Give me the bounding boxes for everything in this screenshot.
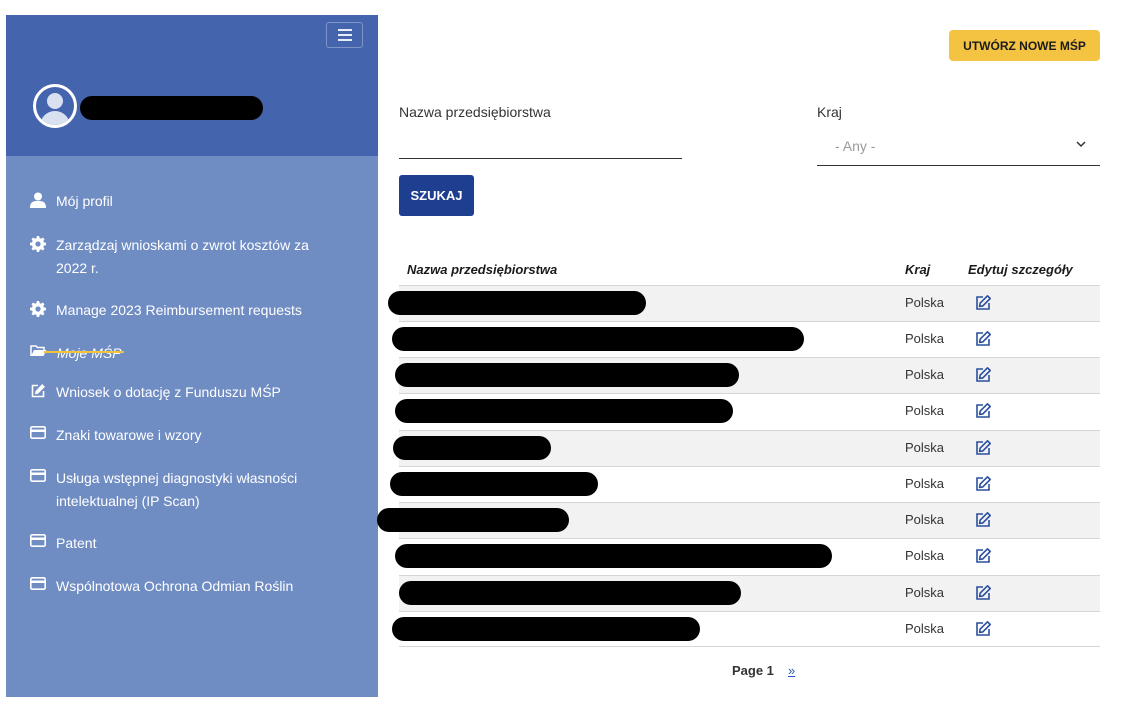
- hamburger-icon: [337, 34, 352, 36]
- country-cell: Polska: [905, 548, 945, 563]
- redacted-company-name: [392, 327, 804, 351]
- avatar: [33, 84, 77, 128]
- gear-icon: [30, 299, 56, 317]
- country-cell: Polska: [905, 367, 945, 382]
- sidebar-item-label: Manage 2023 Reimbursement requests: [56, 302, 302, 318]
- edit-icon[interactable]: [974, 584, 992, 602]
- country-select-value: - Any -: [835, 138, 876, 154]
- sidebar-item-reimbursement-2023[interactable]: Manage 2023 Reimbursement requests: [30, 299, 330, 322]
- redacted-company-name: [395, 544, 832, 568]
- sidebar-item-label: Znaki towarowe i wzory: [56, 427, 202, 443]
- redacted-company-name: [395, 399, 733, 423]
- sidebar-item-ip-scan[interactable]: Usługa wstępnej diagnostyki własności in…: [30, 467, 330, 513]
- edit-icon[interactable]: [974, 511, 992, 529]
- sidebar-item-label: Wniosek o dotację z Funduszu MŚP: [56, 384, 281, 400]
- next-page-link[interactable]: »: [788, 663, 795, 678]
- edit-icon[interactable]: [974, 330, 992, 348]
- redacted-company-name: [395, 363, 739, 387]
- credit-card-icon: [30, 424, 56, 442]
- active-item-underline: [44, 351, 124, 353]
- country-cell: Polska: [905, 476, 945, 491]
- sidebar-item-my-sme[interactable]: Moje MŚP: [30, 342, 330, 365]
- sidebar-item-label: Patent: [56, 535, 97, 551]
- edit-icon[interactable]: [974, 439, 992, 457]
- table-row: Polska: [392, 611, 1100, 647]
- sidebar-item-my-profile[interactable]: Mój profil: [30, 190, 330, 213]
- table-row: Polska: [392, 321, 1100, 357]
- table-row: Polska: [377, 502, 1100, 538]
- sidebar: Mój profil Zarządzaj wnioskami o zwrot k…: [6, 15, 378, 697]
- sidebar-item-label: Moje MŚP: [57, 345, 122, 361]
- redacted-company-name: [388, 291, 646, 315]
- sidebar-item-label: Mój profil: [56, 193, 113, 209]
- sidebar-item-label: Wspólnotowa Ochrona Odmian Roślin: [56, 578, 294, 594]
- column-header-country: Kraj: [905, 262, 931, 277]
- edit-icon[interactable]: [974, 475, 992, 493]
- redacted-company-name: [393, 436, 551, 460]
- edit-icon: [30, 381, 56, 399]
- sidebar-item-patent[interactable]: Patent: [30, 532, 330, 555]
- hamburger-menu-button[interactable]: [326, 22, 363, 48]
- edit-icon[interactable]: [974, 620, 992, 638]
- column-header-company-name: Nazwa przedsiębiorstwa: [407, 262, 558, 277]
- redacted-company-name: [399, 581, 741, 605]
- search-button[interactable]: SZUKAJ: [399, 175, 474, 216]
- company-name-input[interactable]: [399, 128, 682, 159]
- credit-card-icon: [30, 532, 56, 550]
- user-avatar-icon: [36, 87, 74, 125]
- edit-icon[interactable]: [974, 547, 992, 565]
- company-name-label: Nazwa przedsiębiorstwa: [399, 104, 551, 120]
- country-label: Kraj: [817, 104, 842, 120]
- country-select[interactable]: - Any -: [817, 130, 1100, 166]
- redacted-company-name: [377, 508, 569, 532]
- edit-icon[interactable]: [974, 366, 992, 384]
- country-cell: Polska: [905, 295, 945, 310]
- redacted-user-name: [80, 96, 263, 120]
- table-row: Polska: [399, 575, 1100, 611]
- gear-icon: [30, 234, 56, 252]
- redacted-company-name: [390, 472, 598, 496]
- column-header-edit: Edytuj szczegóły: [968, 262, 1073, 277]
- country-cell: Polska: [905, 585, 945, 600]
- sidebar-item-trademarks[interactable]: Znaki towarowe i wzory: [30, 424, 330, 447]
- create-new-sme-button[interactable]: UTWÓRZ NOWE MŚP: [949, 30, 1100, 61]
- country-cell: Polska: [905, 440, 945, 455]
- table-row: Polska: [388, 285, 1100, 321]
- chevron-down-icon: [1076, 141, 1086, 148]
- table-row: Polska: [395, 357, 1100, 393]
- edit-icon[interactable]: [974, 294, 992, 312]
- country-cell: Polska: [905, 512, 945, 527]
- credit-card-icon: [30, 467, 56, 485]
- country-cell: Polska: [905, 403, 945, 418]
- edit-icon[interactable]: [974, 402, 992, 420]
- current-page-label: Page 1: [732, 663, 774, 678]
- table-row: Polska: [393, 430, 1100, 466]
- sidebar-item-label: Zarządzaj wnioskami o zwrot kosztów za 2…: [56, 237, 309, 276]
- table-row: Polska: [395, 538, 1100, 574]
- sidebar-header: [6, 15, 378, 156]
- sidebar-item-reimbursement-2022[interactable]: Zarządzaj wnioskami o zwrot kosztów za 2…: [30, 234, 330, 280]
- table-row: Polska: [395, 393, 1100, 429]
- sidebar-item-label: Usługa wstępnej diagnostyki własności in…: [56, 470, 298, 509]
- sidebar-item-plant-variety[interactable]: Wspólnotowa Ochrona Odmian Roślin: [30, 575, 330, 598]
- redacted-company-name: [392, 617, 700, 641]
- pagination: Page 1 »: [732, 663, 795, 678]
- country-cell: Polska: [905, 331, 945, 346]
- table-row: Polska: [390, 466, 1100, 502]
- country-cell: Polska: [905, 621, 945, 636]
- user-icon: [30, 190, 56, 208]
- sidebar-item-sme-fund-grant[interactable]: Wniosek o dotację z Funduszu MŚP: [30, 381, 330, 404]
- credit-card-icon: [30, 575, 56, 593]
